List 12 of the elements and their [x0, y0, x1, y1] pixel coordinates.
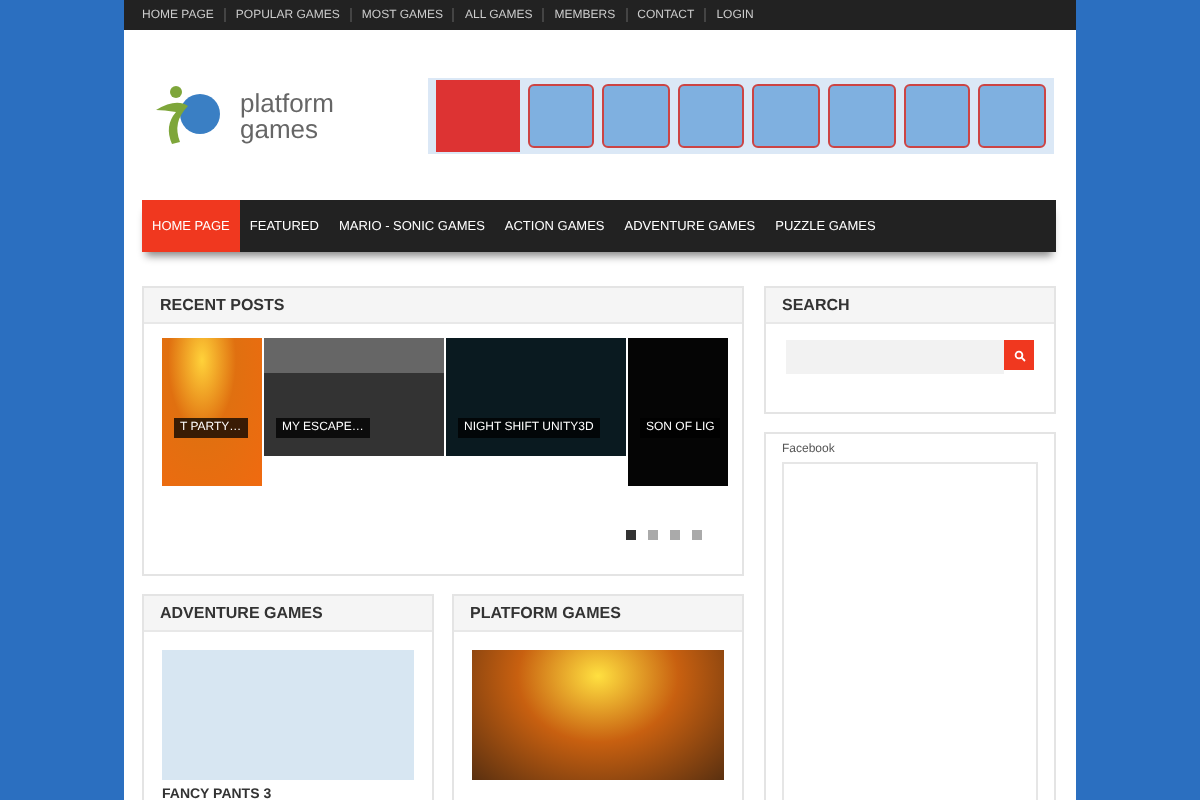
- banner-ad-image[interactable]: [428, 77, 1054, 153]
- search-button[interactable]: [1004, 340, 1034, 370]
- section-heading: ADVENTURE GAMES: [144, 596, 432, 632]
- section-heading: PLATFORM GAMES: [454, 596, 742, 632]
- search-field[interactable]: [786, 340, 1004, 374]
- game-screenshot[interactable]: [162, 338, 262, 486]
- game-screenshot[interactable]: [472, 650, 724, 780]
- search-icon: [1013, 349, 1025, 361]
- logo-text[interactable]: platform: [240, 89, 334, 115]
- section-heading: SEARCH: [766, 288, 1054, 324]
- section-heading: RECENT POSTS: [144, 288, 742, 324]
- logo-text[interactable]: games: [240, 115, 334, 141]
